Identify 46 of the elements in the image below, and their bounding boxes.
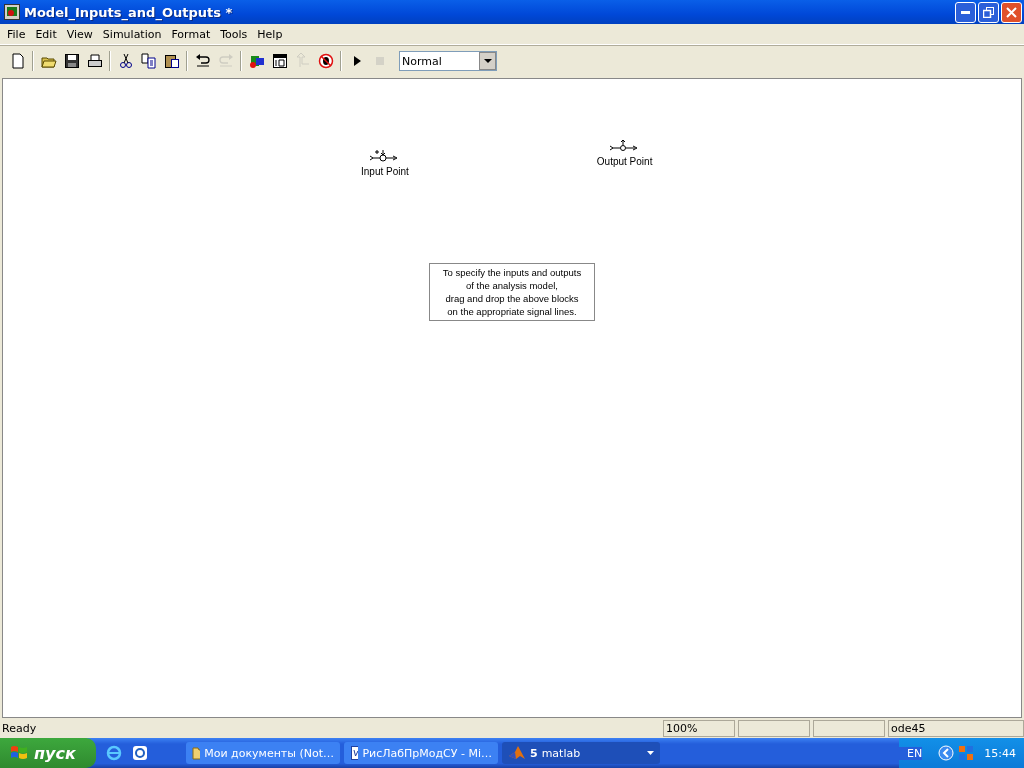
- menu-item[interactable]: Tools: [215, 27, 253, 41]
- close-button[interactable]: [1001, 1, 1022, 23]
- language-indicator[interactable]: EN: [899, 746, 923, 760]
- menu-item[interactable]: Simulation: [97, 27, 167, 41]
- dropdown-arrow-icon: [483, 59, 492, 63]
- caret-icon: [647, 751, 654, 755]
- restore-button[interactable]: [978, 1, 999, 23]
- clock: 15:44: [984, 746, 1016, 760]
- menu-item[interactable]: View: [61, 27, 98, 41]
- zoom-field: 100%: [663, 719, 735, 737]
- window-title: Model_Inputs_and_Outputs *: [24, 4, 234, 20]
- minimize-icon: [961, 10, 970, 14]
- status-pane: [738, 719, 810, 737]
- start-button[interactable]: пуск: [0, 738, 96, 768]
- windows-logo-icon: [10, 745, 28, 761]
- taskbar-task[interactable]: Мои документы (Not…: [186, 742, 340, 764]
- solver-field: ode45: [888, 719, 1024, 737]
- close-icon: [1006, 6, 1017, 18]
- annotation-note: To specify the inputs and outputs of the analysis model, drag and drop the above blocks on the appropriate signal lines.: [429, 263, 595, 321]
- folder-icon: [192, 746, 201, 760]
- scissors-icon: [117, 53, 134, 69]
- status-message: Ready: [1, 720, 38, 736]
- document-icon: [350, 745, 359, 761]
- chevron-left-icon[interactable]: [938, 745, 955, 761]
- simulation-mode-dropdown[interactable]: Normal: [399, 51, 497, 71]
- window-icon: [271, 53, 288, 69]
- taskbar-task[interactable]: РисЛабПрМодСУ - Mi…: [344, 742, 498, 764]
- menu-item[interactable]: Edit: [30, 27, 62, 41]
- redo-icon: [217, 53, 234, 69]
- status-pane: [813, 719, 885, 737]
- block-label: Input Point: [361, 166, 409, 177]
- clipboard-icon: [163, 53, 180, 69]
- menu-item[interactable]: File: [2, 27, 31, 41]
- taskbar-task[interactable]: 5 matlab: [502, 742, 660, 764]
- printer-icon: [86, 53, 103, 69]
- minimize-button[interactable]: [955, 1, 976, 23]
- undo-icon: [194, 53, 211, 69]
- model-icon: [4, 4, 20, 20]
- menu-item[interactable]: Help: [252, 27, 288, 41]
- page-icon: [9, 53, 26, 69]
- block-label: Output Point: [596, 156, 653, 167]
- restore-icon: [983, 6, 994, 18]
- floppy-icon: [63, 53, 80, 69]
- copy-icon: [140, 53, 157, 69]
- menu-item[interactable]: Format: [166, 27, 216, 41]
- library-icon: [248, 53, 265, 69]
